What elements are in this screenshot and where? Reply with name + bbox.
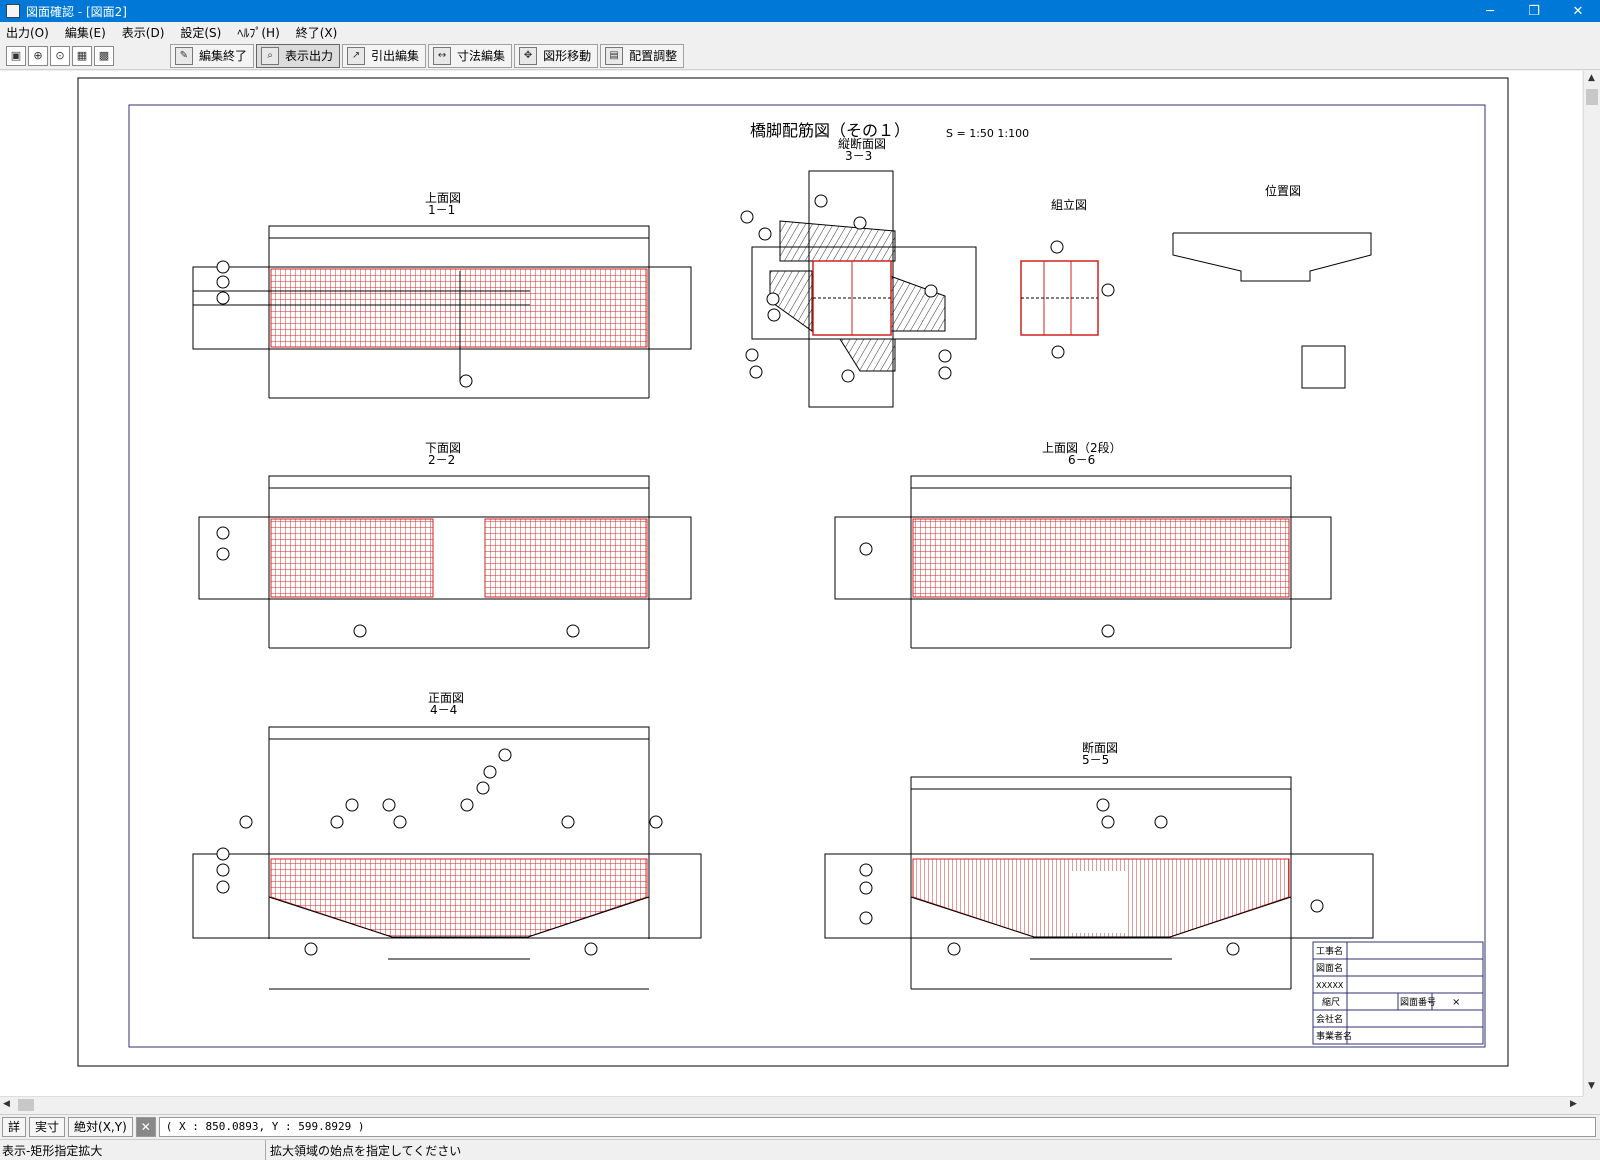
view-section-sub: 5－5	[1082, 753, 1109, 767]
titleblock-owner: 事業者名	[1316, 1030, 1352, 1042]
horizontal-scroll-thumb[interactable]	[18, 1099, 34, 1111]
dimension-icon: ↔	[433, 46, 452, 65]
titleblock-xxxxx: XXXXX	[1316, 981, 1344, 990]
menu-exit[interactable]: 終了(X)	[296, 24, 338, 41]
zoom-all-icon[interactable]: ▦	[72, 45, 92, 66]
titleblock-drawing-number: 図面番号	[1400, 996, 1436, 1008]
title-bar: 図面確認 - [図面2] ─ ❐ ✕	[0, 0, 1600, 22]
scroll-right-icon[interactable]: ▶	[1570, 1099, 1577, 1109]
detail-button[interactable]: 詳	[2, 1116, 27, 1137]
status-bar: 表示-矩形指定拡大 拡大領域の始点を指定してください	[0, 1139, 1600, 1160]
status-toolbar: 詳 実寸 絶対(X,Y) ✕ ( X : 850.0893, Y : 599.8…	[0, 1114, 1600, 1138]
display-output-button[interactable]: ⌕ 表示出力	[256, 43, 341, 68]
vertical-scrollbar[interactable]: ▲ ▼	[1583, 71, 1600, 1096]
shape-move-button[interactable]: ✥ 図形移動	[514, 43, 599, 68]
status-message: 拡大領域の始点を指定してください	[270, 1143, 462, 1158]
scroll-left-icon[interactable]: ◀	[3, 1099, 10, 1109]
titleblock-drawing-name: 図面名	[1316, 962, 1343, 974]
absolute-coords-button[interactable]: 絶対(X,Y)	[68, 1116, 133, 1137]
toolbar: ▣ ⊕ ⊙ ▦ ▩ ✎ 編集終了 ⌕ 表示出力 ↗ 引出編集 ↔ 寸法編集 ✥ 図形移動 …	[0, 42, 1600, 70]
horizontal-scrollbar[interactable]: ◀ ▶	[0, 1096, 1583, 1113]
scroll-down-icon[interactable]: ▼	[1588, 1081, 1595, 1091]
layout-adjust-button[interactable]: ▤ 配置調整	[600, 43, 685, 68]
menu-display[interactable]: 表示(D)	[122, 24, 165, 41]
select-icon[interactable]: ▣	[6, 45, 26, 66]
dimension-edit-button[interactable]: ↔ 寸法編集	[428, 43, 513, 68]
view-position-title: 位置図	[1265, 183, 1301, 198]
status-mode-text: 表示-矩形指定拡大	[0, 1140, 266, 1160]
zoom-fit-icon[interactable]: ▩	[94, 45, 114, 66]
window-title: 図面確認 - [図面2]	[26, 4, 127, 19]
menu-help[interactable]: ﾍﾙﾌﾟ(H)	[237, 24, 279, 41]
magnifier-icon: ⌕	[261, 46, 280, 65]
close-button[interactable]: ✕	[1556, 0, 1600, 22]
view-assembly-title: 組立図	[1051, 197, 1087, 212]
move-icon: ✥	[519, 46, 538, 65]
view-longi-sub: 3－3	[845, 149, 872, 163]
leader-icon: ↗	[347, 46, 366, 65]
drawing-scale: S = 1:50 1:100	[946, 127, 1029, 140]
titleblock-company: 会社名	[1316, 1013, 1343, 1025]
layout-icon: ▤	[605, 46, 624, 65]
restore-button[interactable]: ❐	[1512, 0, 1556, 22]
view-top6-sub: 6－6	[1068, 453, 1095, 467]
leader-edit-button[interactable]: ↗ 引出編集	[342, 43, 427, 68]
titleblock-x: ×	[1452, 997, 1460, 1008]
titleblock-project: 工事名	[1316, 945, 1343, 957]
drawing-canvas[interactable]: 橋脚配筋図（その１） S = 1:50 1:100 上面図 1－1 縦断面図 3…	[0, 71, 1582, 1096]
edit-end-button[interactable]: ✎ 編集終了	[170, 43, 255, 68]
minimize-button[interactable]: ─	[1468, 0, 1512, 22]
titleblock-scale: 縮尺	[1322, 996, 1340, 1008]
app-icon	[6, 4, 20, 18]
menu-settings[interactable]: 設定(S)	[180, 24, 221, 41]
vertical-scroll-thumb[interactable]	[1586, 89, 1598, 105]
view-bottom-sub: 2－2	[428, 453, 455, 467]
zoom-window-icon[interactable]: ⊕	[28, 45, 48, 66]
menu-edit[interactable]: 編集(E)	[65, 24, 106, 41]
cancel-icon[interactable]: ✕	[135, 1116, 156, 1137]
zoom-icon[interactable]: ⊙	[50, 45, 70, 66]
title-block: 工事名 図面名 XXXXX 縮尺 図面番号 × 会社名 事業者名	[1312, 941, 1484, 1045]
drawing-sheet: 橋脚配筋図（その１） S = 1:50 1:100 上面図 1－1 縦断面図 3…	[77, 77, 1509, 1067]
coordinate-readout: ( X : 850.0893, Y : 599.8929 )	[158, 1116, 1596, 1137]
actual-size-button[interactable]: 実寸	[29, 1116, 66, 1137]
edit-end-icon: ✎	[175, 46, 193, 65]
menu-output[interactable]: 出力(O)	[6, 24, 49, 41]
scroll-up-icon[interactable]: ▲	[1588, 73, 1595, 83]
view-top-1-1-sub: 1－1	[428, 203, 455, 217]
menu-bar: 出力(O) 編集(E) 表示(D) 設定(S) ﾍﾙﾌﾟ(H) 終了(X)	[0, 22, 1600, 42]
view-front-sub: 4－4	[430, 703, 457, 717]
